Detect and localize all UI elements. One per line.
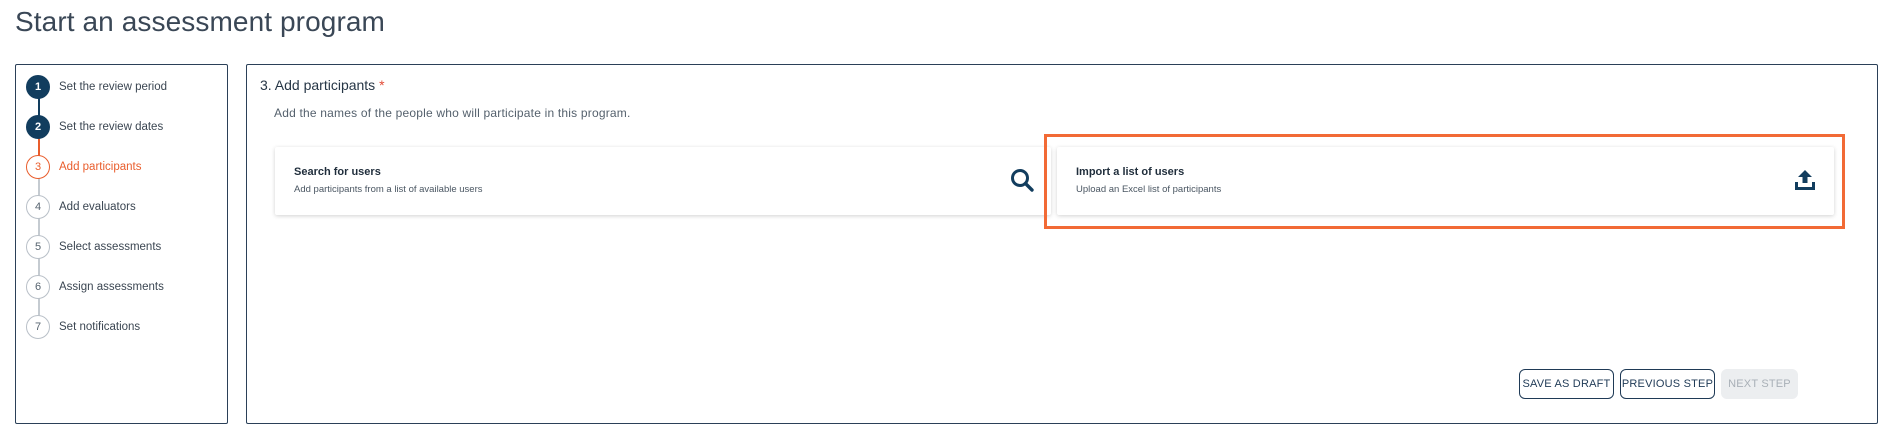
page-title: Start an assessment program: [15, 6, 385, 37]
section-title-text: 3. Add participants: [260, 77, 376, 93]
step-add-evaluators[interactable]: 4 Add evaluators: [26, 193, 136, 221]
card-title: Search for users: [294, 166, 381, 178]
step-add-participants[interactable]: 3 Add participants: [26, 153, 141, 181]
step-set-review-dates[interactable]: 2 Set the review dates: [26, 113, 163, 141]
section-description: Add the names of the people who will par…: [274, 106, 631, 120]
save-as-draft-button[interactable]: SAVE AS DRAFT: [1519, 369, 1614, 399]
next-step-button[interactable]: NEXT STEP: [1721, 369, 1798, 399]
search-icon: [1011, 169, 1034, 192]
main-panel: 3. Add participants * Add the names of t…: [246, 64, 1878, 424]
import-users-card[interactable]: Import a list of users Upload an Excel l…: [1057, 147, 1834, 215]
stepper-panel: 1 Set the review period 2 Set the review…: [15, 64, 228, 424]
step-set-review-period[interactable]: 1 Set the review period: [26, 73, 167, 101]
step-number-badge: 7: [26, 315, 50, 339]
step-number-badge: 5: [26, 235, 50, 259]
step-number-badge: 2: [26, 115, 50, 139]
previous-step-button[interactable]: PREVIOUS STEP: [1620, 369, 1715, 399]
step-label: Add participants: [59, 161, 142, 173]
step-label: Select assessments: [59, 241, 162, 253]
card-subtitle: Add participants from a list of availabl…: [294, 184, 483, 195]
card-subtitle: Upload an Excel list of participants: [1076, 184, 1222, 195]
step-number-badge: 3: [26, 155, 50, 179]
step-label: Set notifications: [59, 321, 141, 333]
step-number-badge: 1: [26, 75, 50, 99]
step-label: Set the review dates: [59, 121, 164, 133]
upload-icon: [1795, 170, 1815, 190]
step-label: Add evaluators: [59, 201, 136, 213]
card-title: Import a list of users: [1076, 166, 1185, 178]
step-set-notifications[interactable]: 7 Set notifications: [26, 313, 140, 341]
required-marker: *: [379, 77, 385, 93]
step-number-badge: 4: [26, 195, 50, 219]
step-label: Assign assessments: [59, 281, 164, 293]
step-label: Set the review period: [59, 81, 168, 93]
section-title: 3. Add participants *: [260, 77, 385, 93]
search-users-card[interactable]: Search for users Add participants from a…: [275, 147, 1051, 215]
step-number-badge: 6: [26, 275, 50, 299]
step-assign-assessments[interactable]: 6 Assign assessments: [26, 273, 164, 301]
step-select-assessments[interactable]: 5 Select assessments: [26, 233, 161, 261]
